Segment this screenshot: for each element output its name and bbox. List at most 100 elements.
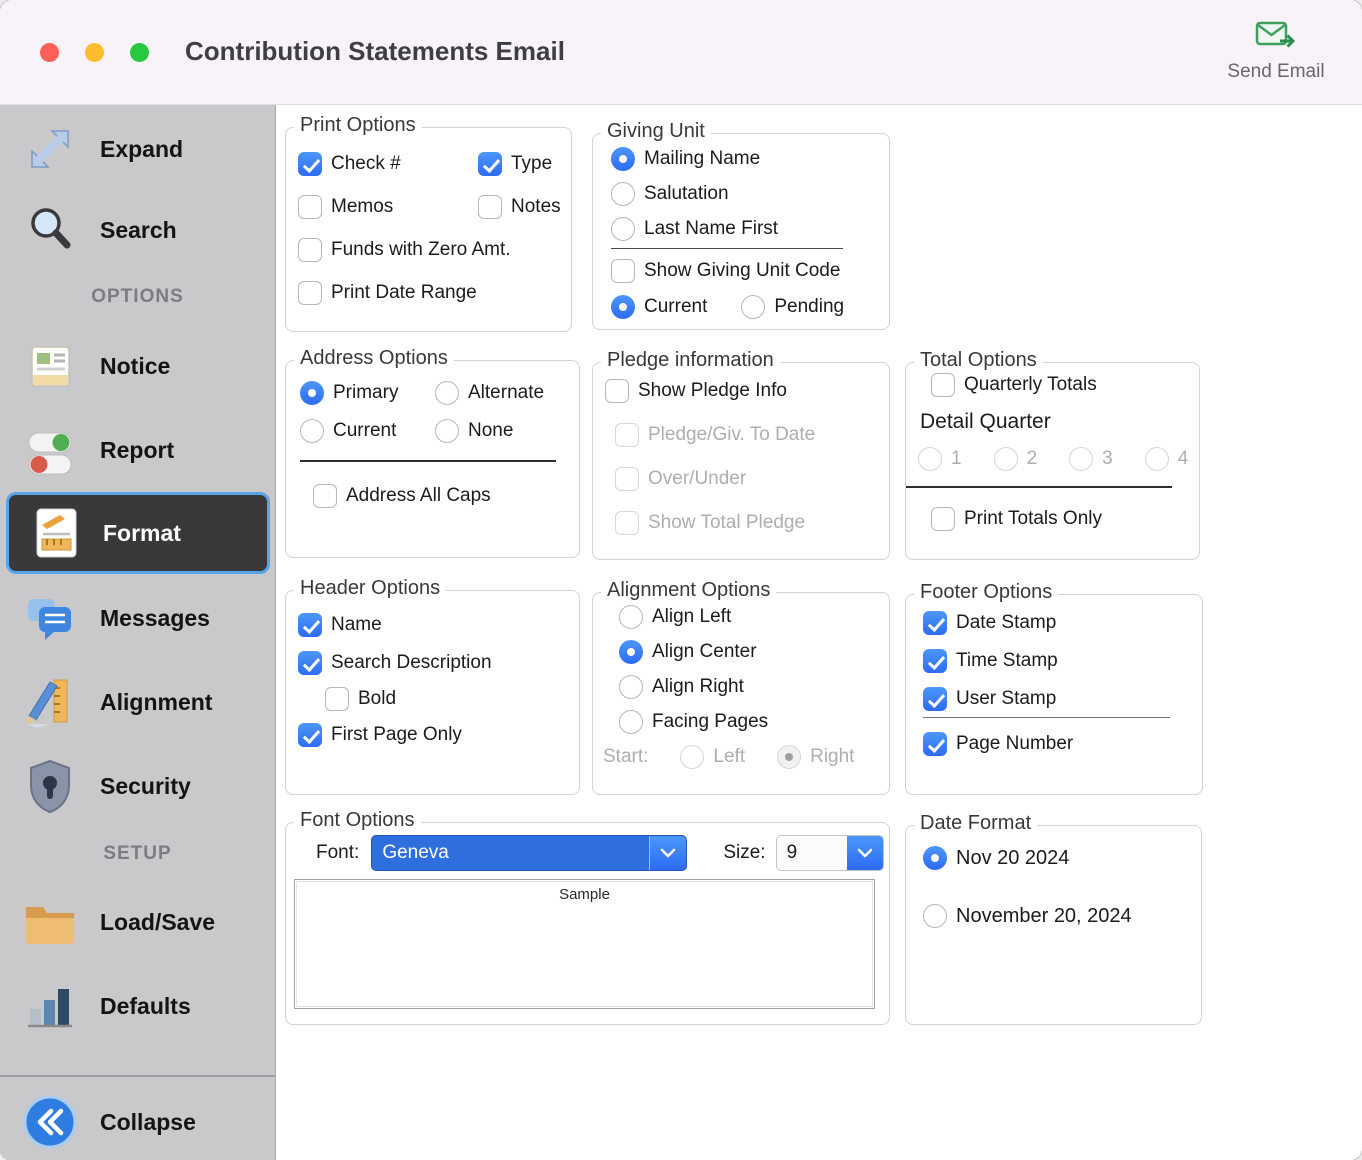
send-email-label: Send Email xyxy=(1216,61,1336,83)
sidebar-item-notice[interactable]: Notice xyxy=(0,324,275,408)
checkbox-user-stamp[interactable]: User Stamp xyxy=(923,687,1202,711)
checkbox-time-stamp[interactable]: Time Stamp xyxy=(923,649,1202,673)
radio-facing-pages[interactable]: Facing Pages xyxy=(619,710,889,734)
radio-align-right[interactable]: Align Right xyxy=(619,675,889,699)
sidebar-item-search[interactable]: Search xyxy=(0,188,275,272)
radio-date-short[interactable]: Nov 20 2024 xyxy=(923,846,1201,870)
checkbox-label: Bold xyxy=(358,688,396,710)
checkbox-label: Show Giving Unit Code xyxy=(644,260,840,282)
checkbox-quarterly-totals[interactable]: Quarterly Totals xyxy=(931,373,1199,397)
group-total-options: Total Options Quarterly Totals Detail Qu… xyxy=(905,362,1200,560)
checkbox-icon xyxy=(478,195,502,219)
radio-salutation[interactable]: Salutation xyxy=(611,182,889,206)
sidebar-item-label: Expand xyxy=(100,136,183,163)
radio-pending[interactable]: Pending xyxy=(741,295,844,319)
radio-icon xyxy=(619,640,643,664)
radio-label: Alternate xyxy=(468,382,544,404)
checkbox-bold[interactable]: Bold xyxy=(325,687,579,711)
size-select[interactable]: 9 xyxy=(776,835,884,871)
radio-align-center[interactable]: Align Center xyxy=(619,640,889,664)
sidebar-item-label: Report xyxy=(100,437,174,464)
checkbox-icon xyxy=(923,687,947,711)
sidebar-item-defaults[interactable]: Defaults xyxy=(0,964,275,1048)
checkbox-icon xyxy=(605,379,629,403)
font-select[interactable]: Geneva xyxy=(371,835,687,871)
checkbox-icon xyxy=(298,651,322,675)
checkbox-icon xyxy=(298,195,322,219)
close-button[interactable] xyxy=(40,43,59,62)
sample-text: Sample xyxy=(295,880,874,903)
format-icon xyxy=(9,504,103,562)
radio-icon xyxy=(994,447,1018,471)
checkbox-print-date-range[interactable]: Print Date Range xyxy=(298,281,559,305)
group-title: Font Options xyxy=(294,809,421,832)
checkbox-label: Show Pledge Info xyxy=(638,380,787,402)
minimize-button[interactable] xyxy=(85,43,104,62)
checkbox-icon xyxy=(923,732,947,756)
checkbox-icon xyxy=(611,259,635,283)
sidebar-item-alignment[interactable]: Alignment xyxy=(0,660,275,744)
radio-icon xyxy=(1145,447,1169,471)
collapse-icon xyxy=(0,1093,100,1151)
notice-icon xyxy=(0,338,100,394)
radio-date-long[interactable]: November 20, 2024 xyxy=(923,904,1201,928)
checkbox-name[interactable]: Name xyxy=(298,613,579,637)
sidebar-item-report[interactable]: Report xyxy=(0,408,275,492)
checkbox-check-number[interactable]: Check # xyxy=(298,152,478,176)
app-window: Contribution Statements Email Send Email… xyxy=(0,0,1362,1160)
radio-current-address[interactable]: Current xyxy=(300,419,435,443)
checkbox-label: User Stamp xyxy=(956,688,1056,710)
checkbox-memos[interactable]: Memos xyxy=(298,195,478,219)
checkbox-print-totals-only[interactable]: Print Totals Only xyxy=(931,507,1199,531)
sidebar-item-label: Notice xyxy=(100,353,170,380)
sidebar-item-label: Format xyxy=(103,520,181,547)
group-title: Alignment Options xyxy=(601,579,776,602)
size-label: Size: xyxy=(723,842,765,864)
checkbox-search-description[interactable]: Search Description xyxy=(298,651,579,675)
checkbox-show-pledge-info[interactable]: Show Pledge Info xyxy=(605,379,889,403)
radio-last-name-first[interactable]: Last Name First xyxy=(611,217,889,241)
sidebar-item-label: Alignment xyxy=(100,689,212,716)
checkbox-icon xyxy=(931,373,955,397)
checkbox-page-number[interactable]: Page Number xyxy=(923,732,1202,756)
zoom-button[interactable] xyxy=(130,43,149,62)
checkbox-date-stamp[interactable]: Date Stamp xyxy=(923,611,1202,635)
radio-icon xyxy=(435,381,459,405)
checkbox-funds-zero[interactable]: Funds with Zero Amt. xyxy=(298,238,559,262)
window-title: Contribution Statements Email xyxy=(185,36,565,67)
radio-quarter-3: 3 xyxy=(1069,447,1113,471)
radio-mailing-name[interactable]: Mailing Name xyxy=(611,147,889,171)
sidebar-divider xyxy=(0,1075,275,1077)
radio-icon xyxy=(918,447,942,471)
group-title: Footer Options xyxy=(914,581,1058,604)
sidebar-item-format[interactable]: Format xyxy=(6,492,270,574)
sidebar-item-messages[interactable]: Messages xyxy=(0,576,275,660)
checkbox-icon xyxy=(325,687,349,711)
sidebar-section-setup: SETUP xyxy=(0,843,275,865)
radio-current[interactable]: Current xyxy=(611,295,707,319)
checkbox-show-giving-unit-code[interactable]: Show Giving Unit Code xyxy=(611,259,889,283)
radio-primary[interactable]: Primary xyxy=(300,381,435,405)
bar-chart-icon xyxy=(0,979,100,1033)
sidebar-item-loadsave[interactable]: Load/Save xyxy=(0,880,275,964)
radio-alternate[interactable]: Alternate xyxy=(435,381,579,405)
send-email-button[interactable]: Send Email xyxy=(1216,20,1336,83)
group-title: Print Options xyxy=(294,114,422,137)
checkbox-label: Address All Caps xyxy=(346,485,491,507)
radio-quarter-2: 2 xyxy=(994,447,1038,471)
checkbox-type[interactable]: Type xyxy=(478,152,561,176)
folder-icon xyxy=(0,897,100,947)
checkbox-address-all-caps[interactable]: Address All Caps xyxy=(313,484,579,508)
radio-label: Align Right xyxy=(652,676,744,698)
divider xyxy=(300,460,556,462)
sidebar-item-expand[interactable]: Expand xyxy=(0,107,275,191)
sidebar-item-collapse[interactable]: Collapse xyxy=(0,1080,275,1160)
radio-icon xyxy=(611,182,635,206)
checkbox-first-page-only[interactable]: First Page Only xyxy=(298,723,579,747)
checkbox-notes[interactable]: Notes xyxy=(478,195,561,219)
radio-align-left[interactable]: Align Left xyxy=(619,605,889,629)
sidebar-item-security[interactable]: Security xyxy=(0,744,275,828)
radio-label: 1 xyxy=(951,448,962,470)
radio-none[interactable]: None xyxy=(435,419,579,443)
chevron-down-icon xyxy=(650,836,686,870)
